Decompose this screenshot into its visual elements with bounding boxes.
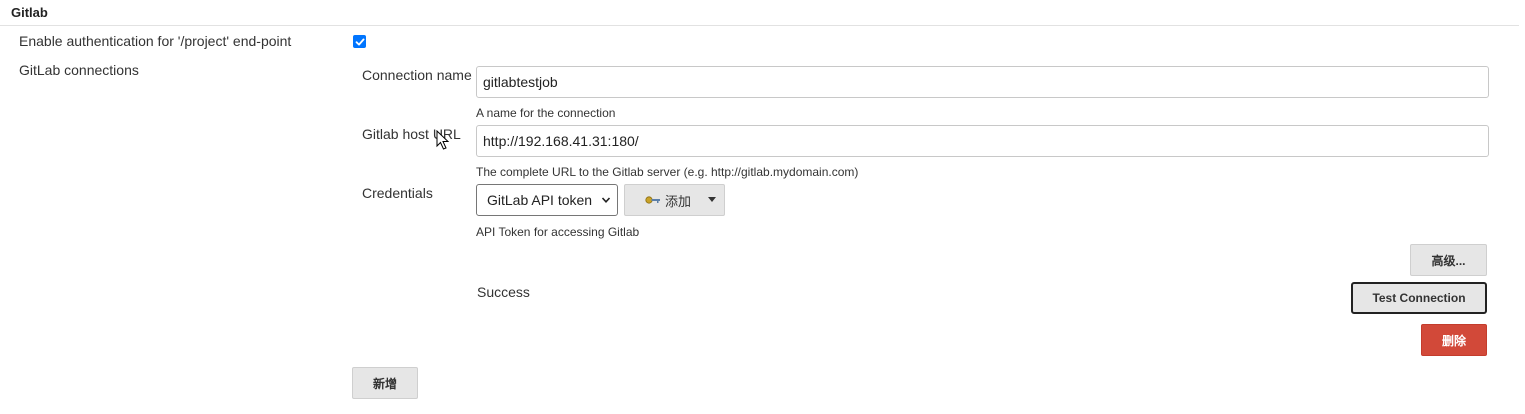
test-connection-button[interactable]: Test Connection [1351,282,1487,314]
advanced-button[interactable]: 高级... [1410,244,1487,276]
delete-connection-button[interactable]: 删除 [1421,324,1487,356]
section-header: Gitlab [0,0,1519,26]
key-icon [645,196,660,204]
host-url-input[interactable] [476,125,1489,157]
add-connection-button[interactable]: 新增 [352,367,418,399]
add-credentials-button[interactable]: 添加 [624,184,725,216]
credentials-selected-value: GitLab API token [487,192,593,208]
add-credentials-label: 添加 [665,193,692,209]
section-title: Gitlab [11,5,48,20]
connection-name-input[interactable] [476,66,1489,98]
credentials-label: Credentials [362,185,433,201]
auth-checkbox[interactable] [353,35,366,48]
host-url-help: The complete URL to the Gitlab server (e… [476,165,859,179]
connection-name-label: Connection name [362,67,472,83]
gitlab-connections-label: GitLab connections [19,62,139,78]
connection-status-text: Success [477,284,530,300]
credentials-help: API Token for accessing Gitlab [476,225,640,239]
connection-name-help: A name for the connection [476,106,616,120]
caret-down-icon[interactable] [708,197,716,203]
credentials-select[interactable]: GitLab API token [476,184,618,216]
auth-label: Enable authentication for '/project' end… [19,33,292,49]
checkmark-icon [355,38,364,45]
mouse-cursor-icon [436,130,450,150]
chevron-down-icon [601,197,611,203]
